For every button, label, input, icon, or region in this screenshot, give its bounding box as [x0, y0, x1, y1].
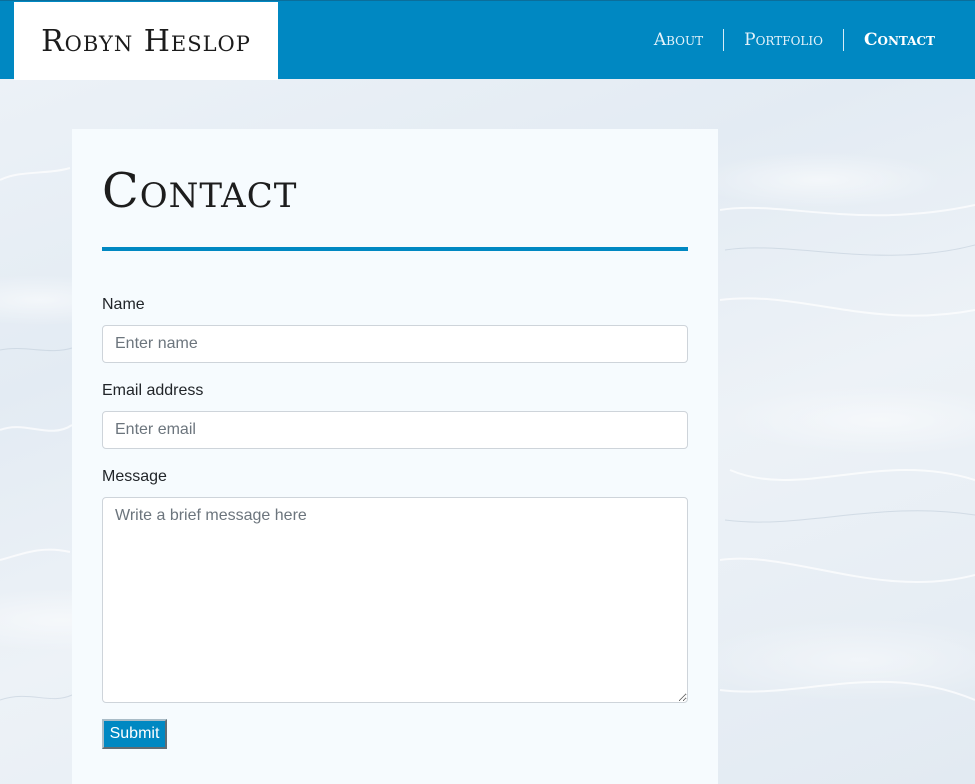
brand-name: Robyn Heslop	[41, 23, 251, 59]
message-label: Message	[102, 468, 167, 485]
message-textarea[interactable]	[102, 497, 688, 703]
page-title: Contact	[102, 163, 298, 219]
main-nav: About Portfolio Contact	[634, 29, 955, 51]
nav-link-about[interactable]: About	[634, 29, 723, 51]
name-label: Name	[102, 296, 145, 313]
top-navbar: Robyn Heslop About Portfolio Contact	[0, 0, 975, 80]
submit-button[interactable]: Submit	[102, 719, 167, 749]
site-logo[interactable]: Robyn Heslop	[14, 2, 278, 80]
contact-card: Contact Name Email address Message Submi…	[72, 129, 718, 784]
email-label: Email address	[102, 382, 204, 399]
contact-form: Name Email address Message Submit	[102, 295, 688, 749]
name-field[interactable]	[102, 325, 688, 363]
nav-link-contact[interactable]: Contact	[842, 29, 955, 51]
email-field[interactable]	[102, 411, 688, 449]
nav-link-portfolio[interactable]: Portfolio	[723, 29, 843, 51]
title-divider	[102, 247, 688, 251]
